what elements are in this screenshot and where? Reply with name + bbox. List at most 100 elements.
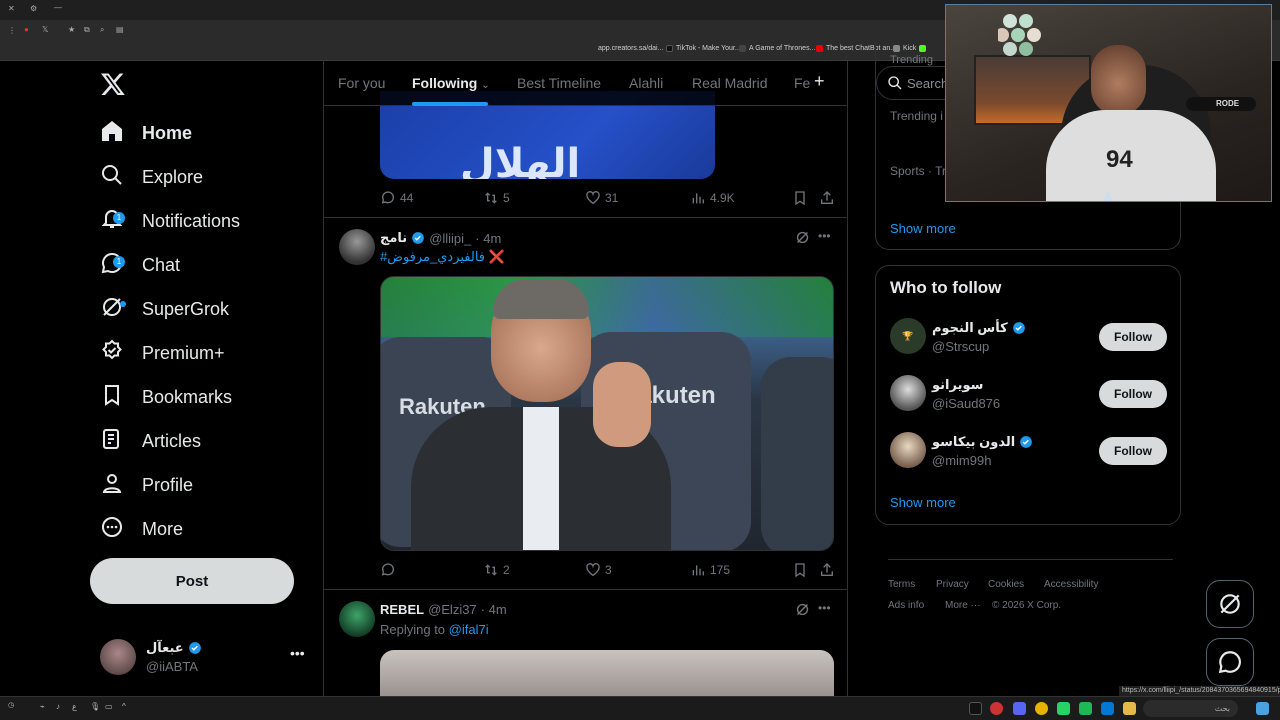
extension-icon[interactable]: ● [24, 25, 29, 34]
tweet-text[interactable]: #فالفيردي_مرفوض ❌ [380, 249, 505, 265]
trend-category[interactable]: Trending i [890, 109, 943, 123]
microphone-icon[interactable]: 🎙 [90, 702, 100, 711]
language-icon[interactable]: ع [72, 702, 77, 711]
nav-premium[interactable]: Premium+ [100, 333, 225, 373]
wtf-name[interactable]: الدون بيكاسو [932, 434, 1033, 450]
author-name[interactable]: REBEL [380, 602, 424, 617]
app-icon[interactable] [1101, 702, 1114, 715]
tweet-time[interactable]: · 4m [481, 602, 507, 617]
battery-icon[interactable]: ▭ [105, 702, 113, 711]
replying-to-link[interactable]: @ifal7i [449, 622, 489, 637]
tiktok-app-icon[interactable] [969, 702, 982, 715]
tab-real-madrid[interactable]: Real Madrid [692, 75, 767, 91]
author-handle[interactable]: @lliipi_ [429, 231, 471, 246]
menu-dots-icon[interactable]: ⋮ [8, 26, 16, 35]
show-more-link[interactable]: Show more [890, 495, 956, 510]
tab-for-you[interactable]: For you [338, 75, 385, 91]
nav-explore[interactable]: Explore [100, 157, 203, 197]
nav-articles[interactable]: Articles [100, 421, 201, 461]
avatar[interactable] [339, 229, 375, 265]
footer-link-terms[interactable]: Terms [888, 579, 915, 590]
nav-more[interactable]: More [100, 509, 183, 549]
tweet-time[interactable]: · 4m [475, 231, 501, 246]
x-logo-icon[interactable] [100, 71, 126, 97]
discord-app-icon[interactable] [1013, 702, 1026, 715]
nav-supergrok[interactable]: SuperGrok [100, 289, 229, 329]
grok-tweet-icon[interactable] [794, 601, 811, 623]
nav-notifications[interactable]: 1 Notifications [100, 201, 240, 241]
tweet-image[interactable] [380, 650, 834, 696]
repost-button[interactable]: 5 [483, 190, 510, 206]
footer-link-more[interactable]: More ··· [945, 600, 981, 611]
bookmark-item[interactable]: TikTok - Make Your... [666, 45, 741, 52]
tab-fe[interactable]: Fe [794, 75, 810, 91]
views-button[interactable]: 4.9K [690, 190, 735, 206]
footer-link-privacy[interactable]: Privacy [936, 579, 969, 590]
reply-button[interactable]: 44 [380, 190, 413, 206]
footer-link-ads[interactable]: Ads info [888, 600, 924, 611]
bookmark-item[interactable]: A Game of Thrones... [739, 45, 815, 52]
bookmark-star-icon[interactable]: ★ [68, 25, 75, 34]
close-window-icon[interactable]: ✕ [8, 4, 15, 13]
like-button[interactable]: 3 [585, 562, 612, 578]
system-clock-icon[interactable]: ◷ [8, 701, 14, 709]
grok-fab-button[interactable] [1206, 580, 1254, 628]
account-more-icon[interactable]: ••• [290, 645, 305, 661]
wtf-handle[interactable]: @iSaud876 [932, 396, 1000, 411]
trend-category[interactable]: Sports · Tr [890, 164, 946, 178]
app-icon[interactable] [990, 702, 1003, 715]
start-button-icon[interactable] [1256, 702, 1269, 715]
bookmark-tweet-button[interactable] [792, 562, 808, 578]
add-tab-icon[interactable]: + [814, 71, 825, 92]
show-more-link[interactable]: Show more [890, 221, 956, 236]
views-button[interactable]: 175 [690, 562, 730, 578]
nav-bookmarks[interactable]: Bookmarks [100, 377, 232, 417]
tab-alahli[interactable]: Alahli [629, 75, 663, 91]
bookmark-tweet-button[interactable] [792, 190, 808, 206]
share-button[interactable] [819, 562, 835, 578]
wtf-name[interactable]: سويرانو [932, 377, 983, 393]
share-page-icon[interactable]: ⧉ [84, 25, 90, 35]
avatar[interactable] [890, 432, 926, 468]
chat-fab-button[interactable] [1206, 638, 1254, 686]
nav-home[interactable]: Home [100, 113, 192, 153]
whatsapp-app-icon[interactable] [1057, 702, 1070, 715]
follow-button[interactable]: Follow [1099, 380, 1167, 408]
bookmark-item[interactable]: app.creators.sa/dai... [598, 45, 663, 52]
grok-tweet-icon[interactable] [794, 229, 811, 251]
tab-following[interactable]: Following ⌄ [412, 75, 490, 91]
follow-button[interactable]: Follow [1099, 437, 1167, 465]
settings-window-icon[interactable]: ⚙ [30, 4, 37, 13]
avatar[interactable]: 🏆 [890, 318, 926, 354]
post-button[interactable]: Post [90, 558, 294, 604]
nav-profile[interactable]: Profile [100, 465, 193, 505]
author-handle[interactable]: @Elzi37 [428, 602, 477, 617]
tray-expand-icon[interactable]: ^ [122, 702, 126, 711]
tabs-icon[interactable]: ▤ [116, 25, 124, 34]
zoom-icon[interactable]: ⌕ [100, 25, 104, 35]
account-switcher[interactable]: عبعآل @iiABTA ••• [100, 639, 310, 677]
like-button[interactable]: 31 [585, 190, 618, 206]
minimize-window-icon[interactable]: — [54, 3, 62, 12]
avatar[interactable] [890, 375, 926, 411]
avatar[interactable] [339, 601, 375, 637]
chrome-app-icon[interactable] [1035, 702, 1048, 715]
footer-link-cookies[interactable]: Cookies [988, 579, 1024, 590]
repost-button[interactable]: 2 [483, 562, 510, 578]
wtf-name[interactable]: كأس النجوم [932, 320, 1026, 336]
tweet-image[interactable]: Rakuten Rakuten [380, 276, 834, 551]
network-icon[interactable]: ⌁ [40, 702, 45, 711]
reply-button[interactable] [380, 562, 400, 578]
taskbar-search-input[interactable]: بحث [1143, 700, 1238, 717]
volume-icon[interactable]: ♪ [56, 702, 60, 711]
wtf-handle[interactable]: @mim99h [932, 453, 991, 468]
nav-chat[interactable]: 1 Chat [100, 245, 180, 285]
author-name[interactable]: نامج [380, 230, 407, 246]
tweet-more-icon[interactable]: ••• [818, 601, 831, 615]
wtf-handle[interactable]: @Strscup [932, 339, 989, 354]
follow-button[interactable]: Follow [1099, 323, 1167, 351]
x-tab-icon[interactable]: 𝕏 [42, 25, 48, 34]
file-explorer-icon[interactable] [1123, 702, 1136, 715]
footer-link-accessibility[interactable]: Accessibility [1044, 579, 1098, 590]
tab-best-timeline[interactable]: Best Timeline [517, 75, 601, 91]
